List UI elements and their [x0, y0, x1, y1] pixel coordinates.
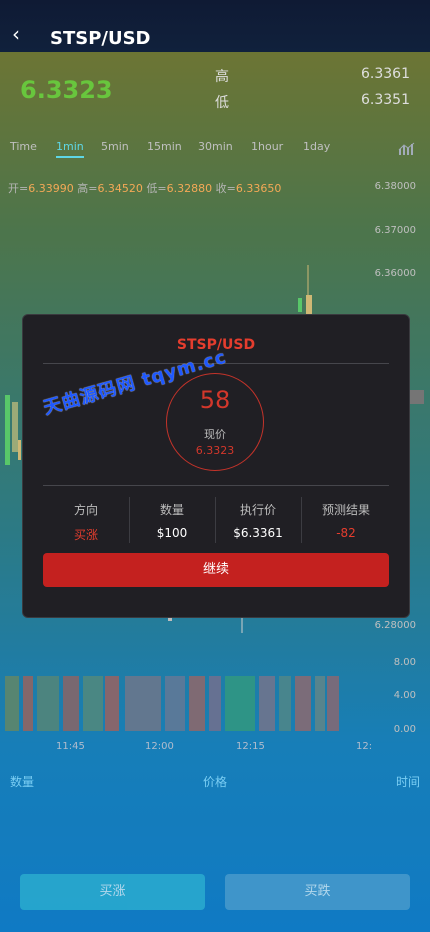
chevron-left-icon[interactable]: ‹: [12, 24, 28, 44]
prediction-column: 预测结果 -82: [303, 501, 389, 540]
exec-price-value: $6.3361: [233, 526, 283, 540]
countdown-circle: 58 现价 6.3323: [166, 373, 264, 471]
prediction-value: -82: [336, 526, 356, 540]
direction-column: 方向 买涨: [43, 501, 129, 543]
direction-label: 方向: [73, 503, 98, 517]
quantity-label: 数量: [159, 503, 184, 517]
prediction-label: 预测结果: [321, 503, 370, 517]
continue-button[interactable]: 继续: [43, 553, 389, 587]
exec-price-label: 执行价: [239, 503, 276, 517]
direction-value: 买涨: [73, 528, 98, 542]
quantity-value: $100: [156, 526, 188, 540]
divider: [301, 497, 302, 543]
top-bar: ‹ STSP/USD: [0, 0, 430, 52]
exec-price-column: 执行价 $6.3361: [215, 501, 301, 540]
quantity-column: 数量 $100: [129, 501, 215, 540]
page-title: STSP/USD: [50, 28, 151, 49]
countdown-number: 58: [199, 386, 231, 414]
divider: [43, 485, 389, 486]
current-price-label: 现价: [204, 428, 226, 441]
current-price-value: 6.3323: [195, 444, 235, 457]
